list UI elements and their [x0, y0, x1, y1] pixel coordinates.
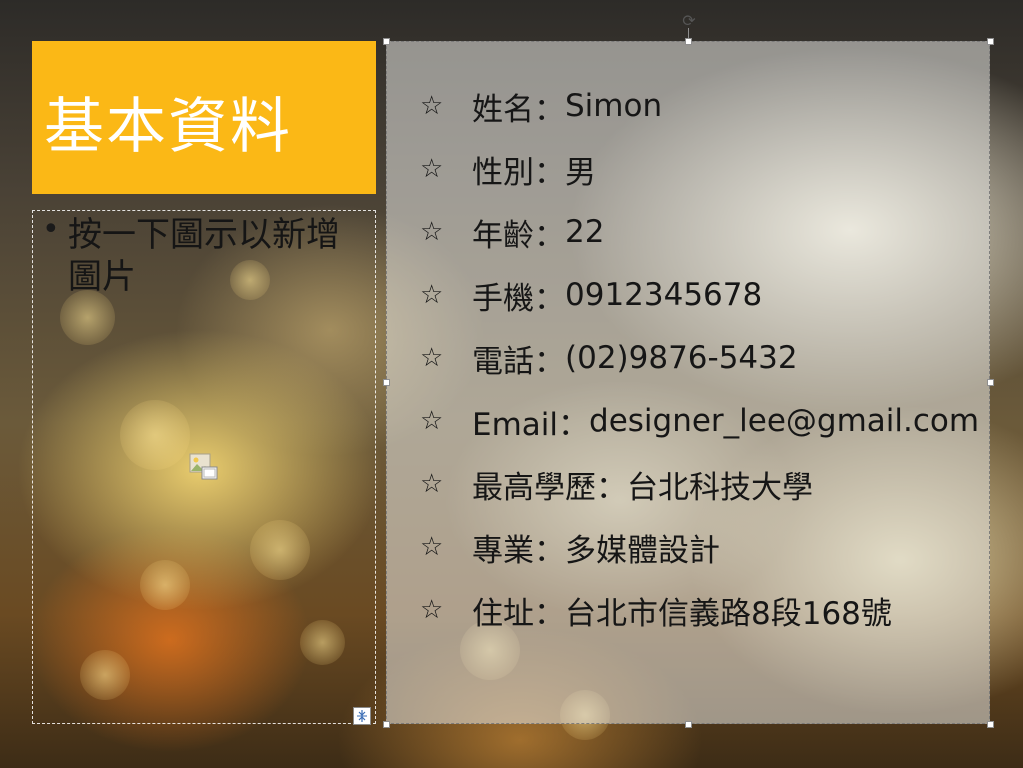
info-value: 台北市信義路8段168號	[565, 595, 892, 632]
star-bullet-icon: ☆	[420, 280, 444, 310]
star-bullet-icon: ☆	[420, 217, 444, 247]
info-value: 0912345678	[565, 277, 763, 313]
info-value: (02)9876-5432	[565, 340, 798, 376]
info-item-major[interactable]: ☆ 專業： 多媒體設計	[420, 525, 720, 569]
slide-title[interactable]: 基本資料	[44, 78, 292, 165]
info-value: 台北科技大學	[627, 469, 813, 506]
info-value: designer_lee@gmail.com	[589, 403, 980, 439]
info-item-address[interactable]: ☆ 住址： 台北市信義路8段168號	[420, 588, 892, 632]
info-label: 手機：	[472, 280, 565, 317]
autofit-options-icon[interactable]	[353, 707, 371, 725]
star-bullet-icon: ☆	[420, 595, 444, 625]
info-label: 年齡：	[472, 217, 565, 254]
resize-handle-bottom-right[interactable]	[987, 721, 994, 728]
info-item-age[interactable]: ☆ 年齡： 22	[420, 210, 604, 254]
info-label: 電話：	[472, 343, 565, 380]
resize-handle-bottom[interactable]	[685, 721, 692, 728]
resize-handle-top[interactable]	[685, 38, 692, 45]
info-item-name[interactable]: ☆ 姓名： Simon	[420, 84, 662, 128]
placeholder-hint-text: 按一下圖示以新增圖片	[68, 215, 340, 297]
star-bullet-icon: ☆	[420, 154, 444, 184]
resize-handle-top-left[interactable]	[383, 38, 390, 45]
resize-handle-top-right[interactable]	[987, 38, 994, 45]
placeholder-bullet: •	[42, 212, 60, 247]
info-value: Simon	[565, 88, 663, 124]
info-value: 22	[565, 214, 605, 250]
info-item-email[interactable]: ☆ Email： designer_lee@gmail.com	[420, 399, 979, 443]
info-value: 男	[565, 154, 596, 191]
info-label: Email：	[472, 406, 590, 443]
info-label: 性別：	[472, 154, 565, 191]
insert-picture-icon[interactable]	[189, 453, 219, 481]
star-bullet-icon: ☆	[420, 469, 444, 499]
info-item-mobile[interactable]: ☆ 手機： 0912345678	[420, 273, 762, 317]
info-item-phone[interactable]: ☆ 電話： (02)9876-5432	[420, 336, 798, 380]
star-bullet-icon: ☆	[420, 406, 444, 436]
star-bullet-icon: ☆	[420, 532, 444, 562]
info-label: 專業：	[472, 532, 565, 569]
info-label: 最高學歷：	[472, 469, 627, 506]
star-bullet-icon: ☆	[420, 343, 444, 373]
info-item-education[interactable]: ☆ 最高學歷： 台北科技大學	[420, 462, 813, 506]
rotate-handle-icon[interactable]: ⟳	[680, 12, 698, 30]
info-value: 多媒體設計	[565, 532, 720, 569]
info-label: 姓名：	[472, 91, 565, 128]
info-label: 住址：	[472, 595, 565, 632]
resize-handle-bottom-left[interactable]	[383, 721, 390, 728]
resize-handle-left[interactable]	[383, 379, 390, 386]
star-bullet-icon: ☆	[420, 91, 444, 121]
info-item-gender[interactable]: ☆ 性別： 男	[420, 147, 596, 191]
resize-handle-right[interactable]	[987, 379, 994, 386]
